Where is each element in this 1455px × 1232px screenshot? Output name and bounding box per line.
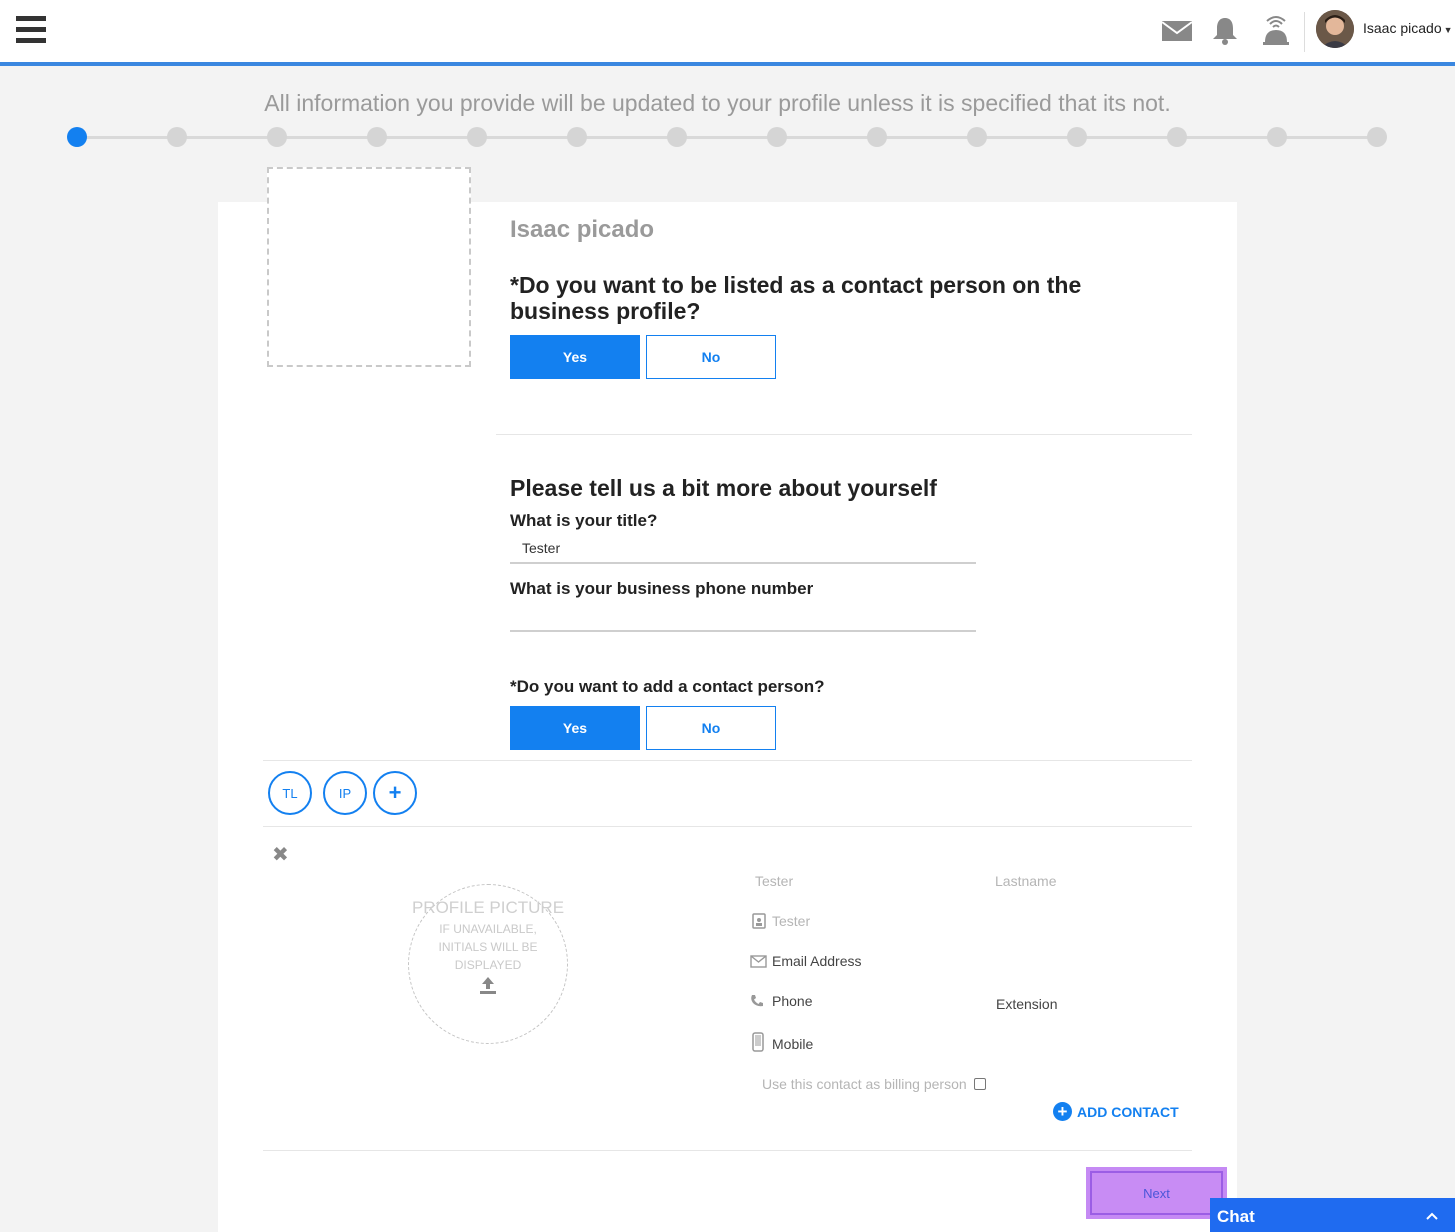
question-add-contact: *Do you want to add a contact person? [510,677,825,696]
section-divider [263,760,1192,761]
step-dot-4[interactable] [367,127,387,147]
step-dot-13[interactable] [1267,127,1287,147]
mobile-icon [749,1032,767,1052]
billing-label: Use this contact as billing person [762,1076,967,1092]
email-field[interactable]: Email Address [772,953,861,969]
logo-upload-box[interactable] [267,167,471,367]
service-bell-icon[interactable] [1259,14,1293,48]
listed-yes-button[interactable]: Yes [510,335,640,379]
profile-picture-title: PROFILE PICTURE [411,898,565,917]
user-name: Isaac picado [1363,20,1442,36]
step-dot-3[interactable] [267,127,287,147]
next-button[interactable]: Next [1090,1171,1223,1215]
menu-icon[interactable] [16,16,46,46]
next-highlight: Next [1086,1167,1227,1219]
progress-stepper [67,127,1387,147]
step-dot-11[interactable] [1067,127,1087,147]
add-contact-label: ADD CONTACT [1077,1103,1179,1120]
listed-no-button[interactable]: No [646,335,776,379]
title-label: What is your title? [510,511,658,530]
step-dot-8[interactable] [767,127,787,147]
step-dot-12[interactable] [1167,127,1187,147]
step-dot-10[interactable] [967,127,987,147]
step-dot-1[interactable] [67,127,87,147]
profile-name: Isaac picado [510,216,655,243]
profile-picture-hint: IF UNAVAILABLE, INITIALS WILL BE DISPLAY… [438,922,538,972]
phone-field[interactable]: Phone [772,993,812,1009]
step-dot-6[interactable] [567,127,587,147]
mail-icon[interactable] [1160,14,1194,48]
step-dot-2[interactable] [167,127,187,147]
extension-field[interactable]: Extension [996,996,1057,1012]
header-divider [1304,12,1305,52]
phone-label: What is your business phone number [510,579,814,598]
about-section-title: Please tell us a bit more about yourself [510,475,937,501]
envelope-icon [749,952,767,970]
firstname-field[interactable]: Tester [755,873,793,889]
bell-icon[interactable] [1208,14,1242,48]
step-dot-9[interactable] [867,127,887,147]
question-listed-contact: *Do you want to be listed as a contact p… [510,272,1082,324]
add-contact-chip[interactable]: + [373,771,417,815]
intro-text: All information you provide will be upda… [264,90,1171,116]
phone-input[interactable] [510,600,976,632]
upload-icon [478,975,498,995]
contact-chip-tl[interactable]: TL [268,771,312,815]
section-divider [496,434,1192,435]
badge-icon [750,912,768,930]
chat-label: Chat [1217,1207,1255,1226]
chat-widget[interactable]: Chat [1210,1198,1455,1232]
caret-down-icon: ▼ [1443,25,1453,35]
contact-title-field[interactable]: Tester [772,913,810,929]
add-contact-no-button[interactable]: No [646,706,776,750]
phone-icon [748,992,766,1010]
contact-chip-ip[interactable]: IP [323,771,367,815]
lastname-field[interactable]: Lastname [995,873,1056,889]
step-dot-5[interactable] [467,127,487,147]
chevron-up-icon [1426,1212,1438,1220]
section-divider [263,1150,1192,1151]
top-bar: Isaac picado ▼ [0,0,1455,66]
close-icon[interactable]: ✖ [272,842,289,867]
mobile-field[interactable]: Mobile [772,1036,813,1052]
billing-checkbox[interactable] [974,1078,986,1090]
avatar[interactable] [1316,10,1354,48]
add-contact-button[interactable]: + ADD CONTACT [1053,1102,1179,1121]
add-contact-yes-button[interactable]: Yes [510,706,640,750]
user-menu[interactable]: Isaac picado ▼ [1363,20,1453,36]
title-input[interactable] [510,533,976,564]
plus-circle-icon: + [1053,1102,1072,1121]
section-divider [263,826,1192,827]
step-dot-14[interactable] [1367,127,1387,147]
step-dot-7[interactable] [667,127,687,147]
